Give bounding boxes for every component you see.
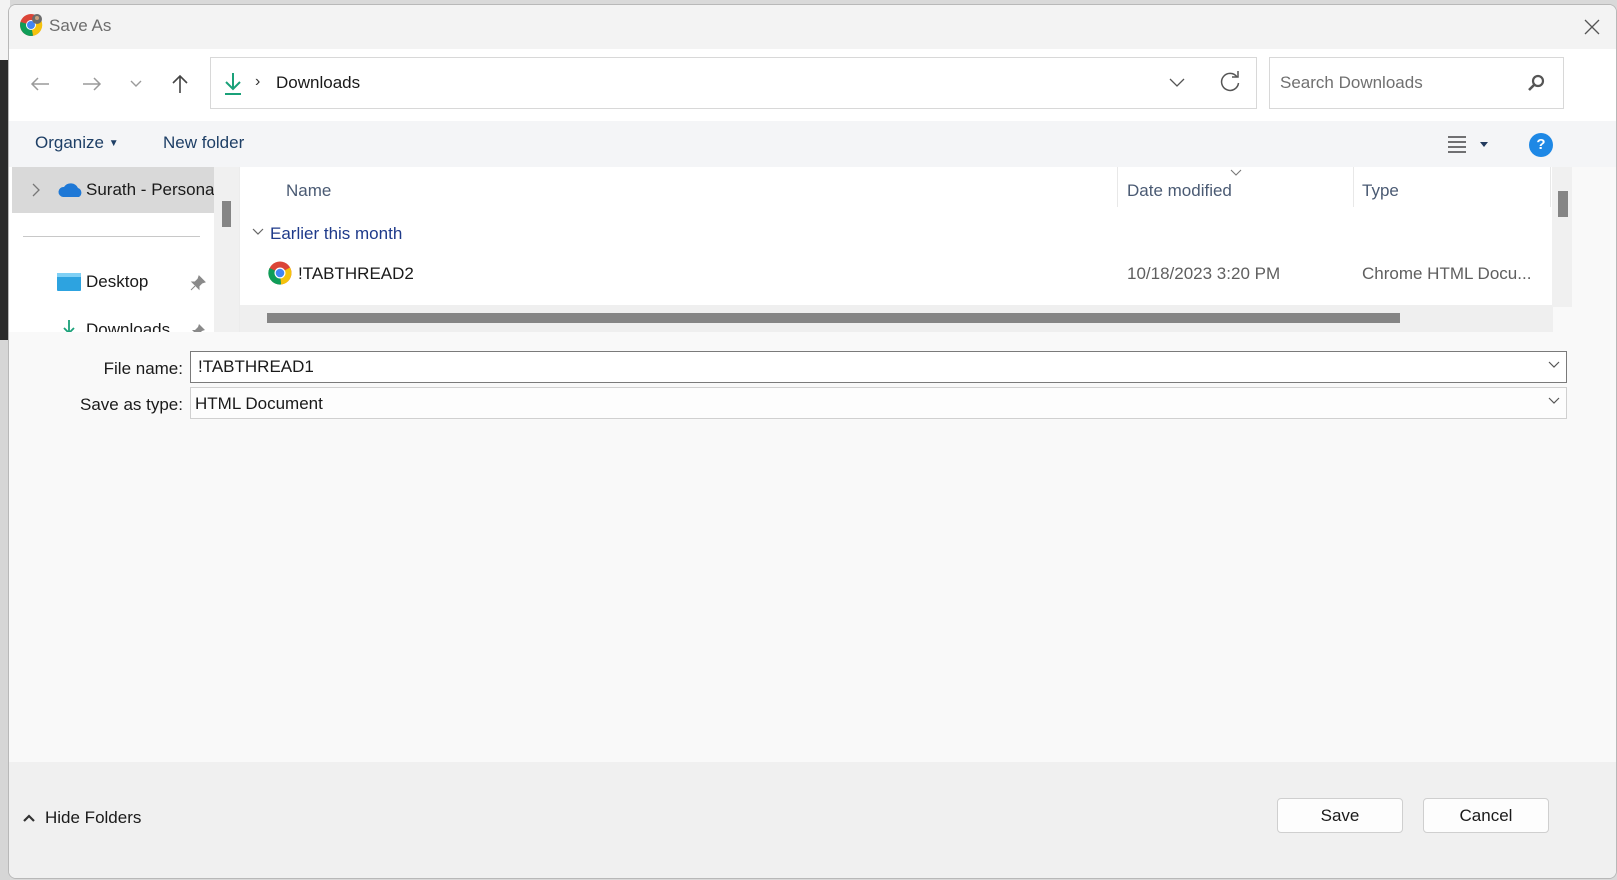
- navigation-pane-scrollbar[interactable]: [214, 167, 239, 332]
- sidebar-item-desktop[interactable]: Desktop: [9, 263, 214, 301]
- file-row[interactable]: !TABTHREAD2 10/18/2023 3:20 PM Chrome HT…: [240, 255, 1553, 291]
- onedrive-icon: [58, 183, 82, 197]
- file-type: Chrome HTML Docu...: [1362, 264, 1532, 283]
- search-icon[interactable]: [1527, 74, 1545, 92]
- file-name-input[interactable]: [198, 356, 1518, 378]
- sidebar-item-onedrive[interactable]: Surath - Personal: [12, 167, 214, 213]
- view-options-button[interactable]: [1441, 129, 1497, 159]
- caret-down-icon: [1480, 142, 1488, 147]
- title-bar: Save As: [9, 5, 1616, 49]
- breadcrumb-separator: ›: [255, 73, 261, 90]
- download-icon: [63, 320, 75, 332]
- scrollbar-thumb[interactable]: [1558, 191, 1568, 217]
- breadcrumb-downloads[interactable]: Downloads: [276, 73, 360, 93]
- hide-folders-label: Hide Folders: [45, 808, 142, 827]
- chevron-up-icon: [23, 814, 35, 822]
- close-button[interactable]: [1568, 5, 1616, 49]
- column-header-date-modified[interactable]: Date modified: [1127, 181, 1232, 201]
- desktop-icon: [57, 273, 81, 291]
- column-header-type[interactable]: Type: [1362, 181, 1399, 201]
- download-icon: [225, 73, 241, 95]
- group-header-earlier-this-month[interactable]: Earlier this month: [252, 224, 402, 244]
- file-name-label: File name:: [103, 359, 183, 378]
- up-button[interactable]: [165, 69, 195, 99]
- caret-down-icon: ▼: [108, 138, 119, 149]
- column-header-name[interactable]: Name: [286, 181, 331, 201]
- hide-folders-button[interactable]: Hide Folders: [23, 808, 141, 828]
- sidebar-item-downloads[interactable]: Downloads: [9, 311, 214, 332]
- file-name: !TABTHREAD2: [298, 264, 414, 283]
- sidebar-item-label: Surath - Personal: [86, 180, 214, 199]
- arrow-left-icon: [30, 77, 49, 91]
- file-list: Name Date modified Type Earlier this mon…: [239, 167, 1553, 332]
- refresh-icon[interactable]: [1218, 70, 1242, 94]
- command-toolbar: Organize ▼ New folder ?: [9, 121, 1616, 167]
- search-input[interactable]: [1280, 68, 1510, 98]
- pin-icon[interactable]: [190, 275, 206, 291]
- back-button[interactable]: [25, 69, 55, 99]
- navigation-bar: › Downloads: [9, 49, 1616, 121]
- scrollbar-thumb[interactable]: [267, 313, 1400, 323]
- save-form: File name: Save as type: HTML Document: [9, 332, 1616, 762]
- save-as-type-select[interactable]: HTML Document: [190, 387, 1567, 419]
- dialog-title: Save As: [49, 16, 112, 35]
- horizontal-scrollbar[interactable]: [240, 305, 1553, 332]
- arrow-up-icon: [172, 74, 188, 93]
- column-separator[interactable]: [1117, 167, 1118, 207]
- forward-button[interactable]: [77, 69, 107, 99]
- help-button[interactable]: ?: [1529, 133, 1553, 157]
- sidebar-item-label: Downloads: [86, 320, 171, 332]
- chrome-icon: [268, 261, 292, 285]
- address-bar[interactable]: › Downloads: [210, 57, 1257, 109]
- cancel-button[interactable]: Cancel: [1423, 798, 1549, 833]
- scrollbar-thumb[interactable]: [222, 201, 231, 227]
- close-icon: [1584, 19, 1600, 35]
- vertical-scrollbar[interactable]: [1552, 167, 1572, 307]
- chevron-down-icon[interactable]: [1548, 361, 1560, 369]
- search-box[interactable]: [1269, 57, 1564, 109]
- column-separator[interactable]: [1550, 167, 1551, 207]
- navigation-pane: Surath - Personal Desktop Downloads: [9, 167, 214, 332]
- sort-indicator-icon: [1230, 169, 1242, 176]
- nav-divider: [23, 236, 200, 237]
- chevron-down-icon: [130, 80, 142, 87]
- chevron-down-icon: [252, 228, 264, 235]
- chevron-right-icon[interactable]: [32, 183, 40, 197]
- save-as-type-label: Save as type:: [79, 395, 183, 414]
- address-dropdown-icon[interactable]: [1168, 73, 1186, 91]
- arrow-right-icon: [83, 77, 102, 91]
- group-label: Earlier this month: [270, 224, 403, 243]
- list-view-icon: [1448, 136, 1466, 153]
- sidebar-item-label: Desktop: [86, 272, 149, 291]
- save-as-type-value: HTML Document: [195, 394, 323, 413]
- dialog-footer: Hide Folders Save Cancel: [9, 762, 1616, 878]
- pin-icon[interactable]: [190, 323, 206, 332]
- save-as-dialog: Save As › Downloads Or: [8, 4, 1617, 879]
- file-date-modified: 10/18/2023 3:20 PM: [1127, 264, 1281, 283]
- organize-label: Organize: [35, 133, 104, 152]
- new-folder-button[interactable]: New folder: [163, 133, 244, 153]
- recent-locations-button[interactable]: [121, 69, 151, 99]
- save-button[interactable]: Save: [1277, 798, 1403, 833]
- column-separator[interactable]: [1353, 167, 1354, 207]
- file-name-combobox[interactable]: [190, 351, 1567, 383]
- chrome-profile-icon: [20, 14, 43, 36]
- organize-menu[interactable]: Organize ▼: [35, 133, 119, 153]
- chevron-down-icon[interactable]: [1548, 397, 1560, 405]
